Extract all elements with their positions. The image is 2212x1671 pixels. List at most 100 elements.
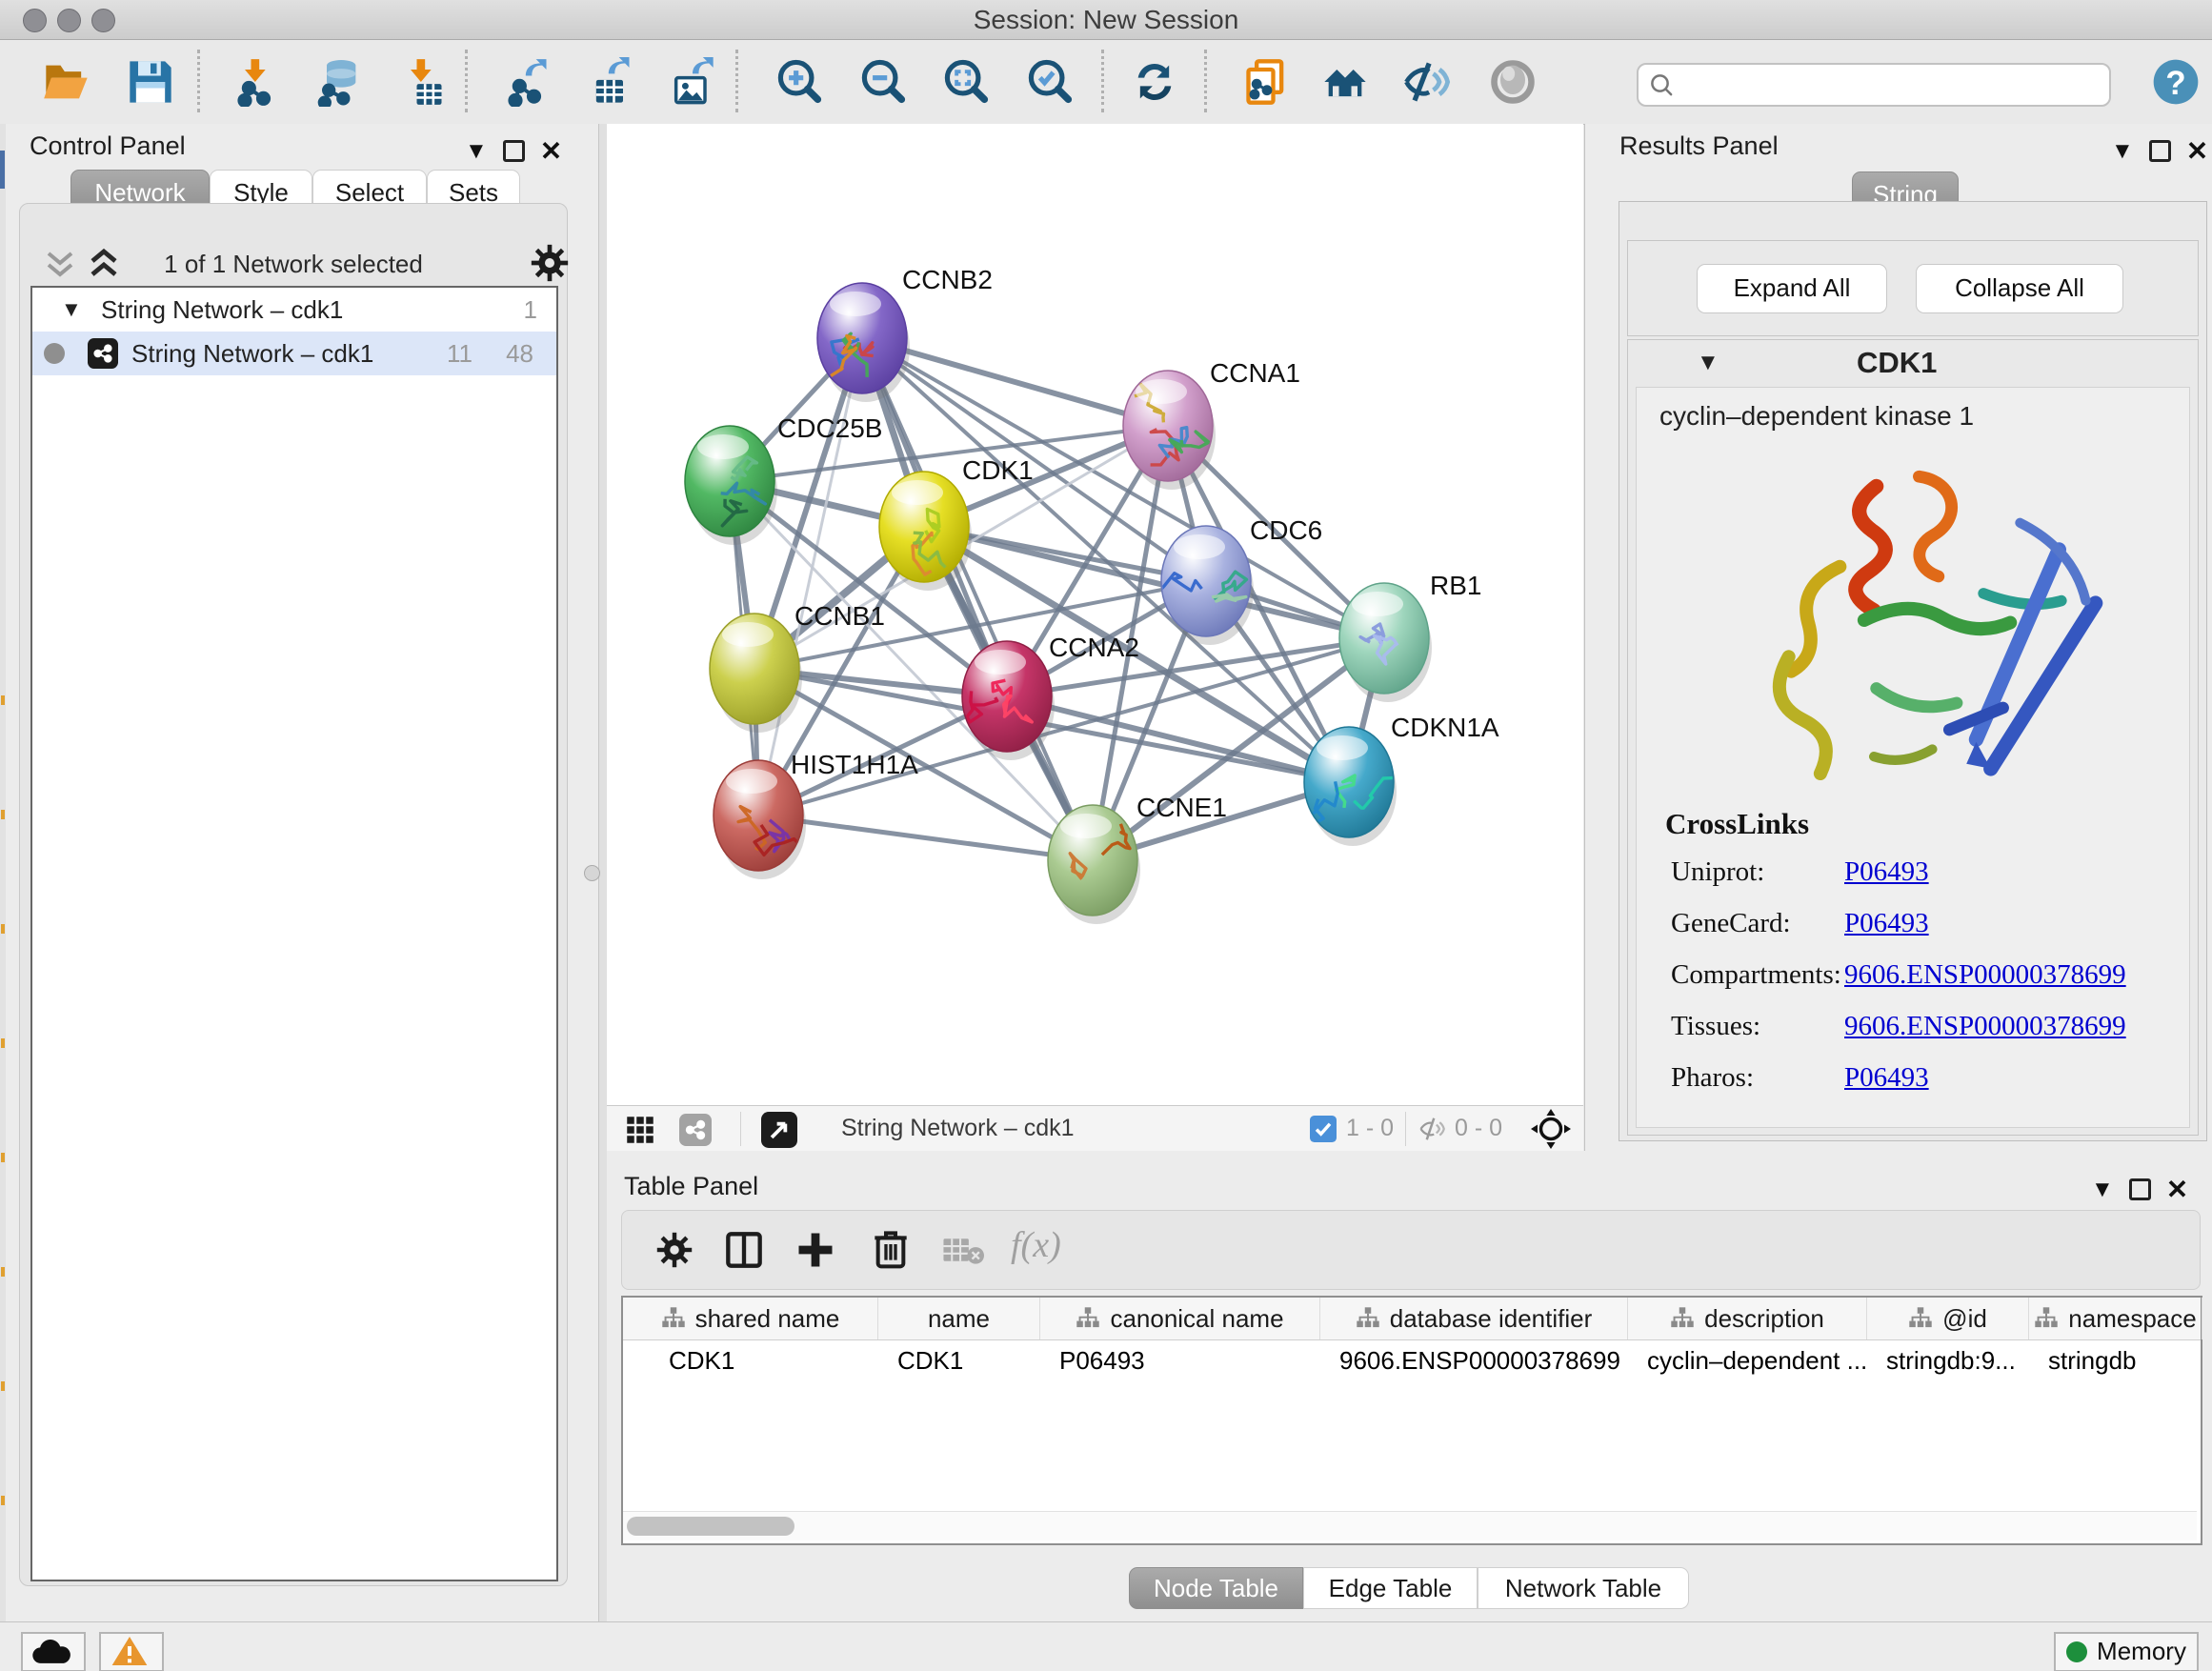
crosslink-link[interactable]: P06493	[1844, 1062, 1929, 1094]
network-node-ccne1[interactable]: CCNE1	[1048, 793, 1227, 924]
zoom-fit-icon[interactable]	[942, 57, 992, 107]
export-network-icon[interactable]	[503, 57, 553, 107]
collection-expand-icon[interactable]: ▼	[61, 288, 82, 332]
protein-structure-image	[1694, 449, 2132, 792]
grid-view-icon[interactable]	[626, 1116, 654, 1144]
scrollbar-thumb[interactable]	[627, 1517, 794, 1536]
table-header-row: shared namenamecanonical namedatabase id…	[623, 1298, 2201, 1340]
collapse-all-button[interactable]: Collapse All	[1916, 264, 2123, 313]
network-edge[interactable]	[758, 338, 862, 815]
refresh-icon[interactable]	[1130, 57, 1179, 107]
home-networks-icon[interactable]	[1320, 57, 1370, 107]
network-tree: ▼ String Network – cdk1 1 String Network…	[30, 286, 558, 1581]
import-network-icon[interactable]	[232, 57, 282, 107]
network-canvas[interactable]: CCNB2CCNA1CDC25BCDK1CDC6RB1CCNB1CCNA2CDK…	[607, 124, 1583, 1105]
zoom-selected-icon[interactable]	[1026, 57, 1076, 107]
crosslinks-list: Uniprot:P06493GeneCard:P06493Compartment…	[1637, 847, 2189, 1104]
column-header-name[interactable]: name	[878, 1298, 1040, 1339]
network-node-ccnb2[interactable]: CCNB2	[817, 265, 993, 402]
open-birdseye-icon[interactable]	[761, 1112, 797, 1148]
show-columns-icon[interactable]	[725, 1230, 763, 1270]
network-node-cdc6[interactable]: CDC6	[1157, 515, 1323, 645]
panel-menu-icon[interactable]: ▼	[2111, 138, 2134, 165]
crosslink-link[interactable]: P06493	[1844, 908, 1929, 939]
zoom-out-icon[interactable]	[859, 57, 909, 107]
table-cell[interactable]: CDK1	[623, 1339, 878, 1381]
import-database-icon[interactable]	[314, 57, 364, 107]
table-horizontal-scrollbar[interactable]	[623, 1511, 2197, 1540]
close-panel-icon[interactable]: ✕	[540, 135, 562, 167]
table-cell[interactable]: P06493	[1040, 1339, 1320, 1381]
network-collection-row[interactable]: ▼ String Network – cdk1 1	[32, 288, 556, 332]
export-table-icon[interactable]	[586, 57, 635, 107]
warnings-button[interactable]	[99, 1632, 164, 1671]
network-node-rb1[interactable]: RB1	[1339, 571, 1481, 702]
column-header-database-identifier[interactable]: database identifier	[1320, 1298, 1628, 1339]
float-panel-icon[interactable]	[2149, 140, 2171, 162]
crosslinks-heading: CrossLinks	[1665, 807, 1809, 841]
selected-items-icon[interactable]	[1310, 1116, 1337, 1142]
toolbar-separator	[197, 50, 200, 112]
column-header-label: description	[1704, 1304, 1824, 1334]
save-session-icon[interactable]	[126, 57, 175, 107]
open-session-icon[interactable]	[42, 57, 91, 107]
control-panel: Control Panel ▼ ✕ NetworkStyleSelectSets…	[6, 124, 598, 1621]
column-header-canonical-name[interactable]: canonical name	[1040, 1298, 1320, 1339]
float-panel-icon[interactable]	[2129, 1178, 2151, 1200]
table-cell[interactable]: stringdb	[2029, 1339, 2202, 1381]
column-header-namespace[interactable]: namespace	[2029, 1298, 2202, 1339]
table-options-gear-icon[interactable]	[656, 1232, 693, 1268]
memory-status-dot	[2066, 1641, 2087, 1662]
table-cell[interactable]: cyclin–dependent ...	[1628, 1339, 1867, 1381]
hide-annotations-icon[interactable]	[1402, 57, 1452, 107]
entry-collapse-icon[interactable]: ▼	[1697, 350, 1719, 376]
crosslink-link[interactable]: 9606.ENSP00000378699	[1844, 959, 2126, 991]
column-header-shared-name[interactable]: shared name	[623, 1298, 878, 1339]
tab-node-table[interactable]: Node Table	[1129, 1567, 1303, 1609]
tab-network-table[interactable]: Network Table	[1478, 1567, 1689, 1609]
close-panel-icon[interactable]: ✕	[2166, 1174, 2188, 1205]
control-panel-header-icons: ▼ ✕	[465, 135, 562, 167]
column-type-icon	[1670, 1306, 1695, 1331]
network-node-cdkn1a[interactable]: CDKN1A	[1304, 713, 1499, 846]
close-panel-icon[interactable]: ✕	[2186, 135, 2208, 167]
zoom-in-icon[interactable]	[775, 57, 825, 107]
network-row[interactable]: String Network – cdk1 11 48	[32, 332, 556, 375]
import-table-icon[interactable]	[398, 57, 448, 107]
float-panel-icon[interactable]	[503, 140, 525, 162]
expand-all-button[interactable]: Expand All	[1697, 264, 1887, 313]
left-splitter-handle[interactable]	[584, 865, 600, 881]
entry-body: cyclin–dependent kinase 1	[1636, 387, 2190, 1128]
network-node-ccnb1[interactable]: CCNB1	[710, 601, 885, 733]
table-cell[interactable]: stringdb:9...	[1867, 1339, 2029, 1381]
node-label: CDC25B	[777, 413, 882, 443]
network-node-hist1h1a[interactable]: HIST1H1A	[714, 750, 918, 879]
table-cell[interactable]: 9606.ENSP00000378699	[1320, 1339, 1628, 1381]
network-graph[interactable]: CCNB2CCNA1CDC25BCDK1CDC6RB1CCNB1CCNA2CDK…	[607, 124, 1583, 1105]
network-options-gear-icon[interactable]	[531, 244, 569, 282]
export-image-icon[interactable]	[668, 57, 717, 107]
memory-button[interactable]: Memory	[2054, 1632, 2199, 1671]
function-builder-icon: f(x)	[1011, 1224, 1061, 1266]
network-node-cdk1[interactable]: CDK1	[879, 455, 1034, 591]
fit-selected-crosshair-icon[interactable]	[1531, 1109, 1571, 1149]
search-input[interactable]	[1684, 67, 2098, 101]
tab-edge-table[interactable]: Edge Table	[1303, 1567, 1478, 1609]
delete-table-icon	[942, 1236, 984, 1264]
table-cell[interactable]: CDK1	[878, 1339, 1040, 1381]
network-edge[interactable]	[862, 338, 1093, 860]
panel-menu-icon[interactable]: ▼	[465, 138, 488, 165]
help-icon[interactable]: ?	[2149, 55, 2199, 105]
table-row[interactable]: CDK1CDK1P064939606.ENSP00000378699cyclin…	[623, 1339, 2201, 1381]
cloud-button[interactable]	[21, 1632, 86, 1671]
column-header-description[interactable]: description	[1628, 1298, 1867, 1339]
delete-column-icon[interactable]	[872, 1228, 910, 1270]
panel-menu-icon[interactable]: ▼	[2091, 1177, 2114, 1203]
crosslink-link[interactable]: 9606.ENSP00000378699	[1844, 1011, 2126, 1042]
copy-network-icon[interactable]	[1242, 57, 1292, 107]
network-edge[interactable]	[758, 815, 1093, 860]
column-header--id[interactable]: @id	[1867, 1298, 2029, 1339]
add-column-icon[interactable]	[795, 1230, 835, 1270]
crosslink-link[interactable]: P06493	[1844, 856, 1929, 888]
node-table[interactable]: shared namenamecanonical namedatabase id…	[621, 1296, 2202, 1545]
